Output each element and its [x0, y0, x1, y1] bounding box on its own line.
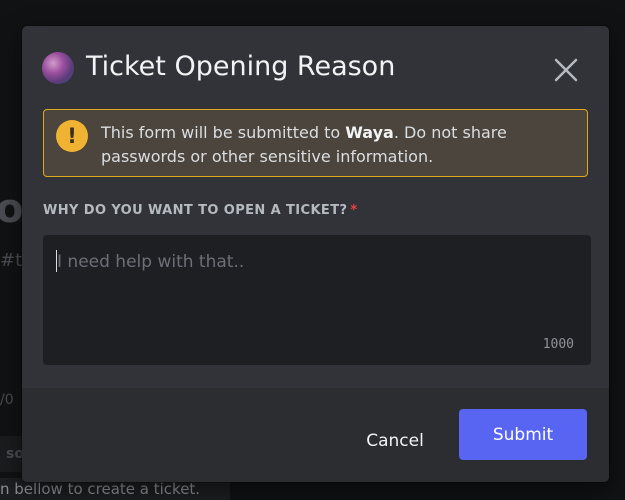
close-icon	[554, 58, 578, 82]
cancel-button[interactable]: Cancel	[352, 422, 438, 460]
warning-text: This form will be submitted to Waya. Do …	[101, 121, 571, 169]
reason-textarea[interactable]: I need help with that.. 1000	[43, 235, 591, 365]
warning-text-prefix: This form will be submitted to	[101, 123, 346, 142]
modal-header: Ticket Opening Reason	[22, 26, 609, 106]
required-marker: *	[350, 203, 358, 218]
close-button[interactable]	[550, 54, 582, 86]
submit-button[interactable]: Submit	[459, 409, 587, 460]
field-label-text: WHY DO YOU WANT TO OPEN A TICKET?	[43, 203, 348, 218]
warning-notice: ! This form will be submitted to Waya. D…	[43, 109, 588, 177]
modal-footer: Cancel Submit	[22, 388, 609, 482]
background-message-text: n bellow to create a ticket.	[0, 480, 201, 498]
server-avatar-icon	[42, 52, 74, 84]
warning-app-name: Waya	[345, 123, 394, 142]
ticket-modal: Ticket Opening Reason ! This form will b…	[22, 26, 609, 482]
modal-title: Ticket Opening Reason	[86, 51, 396, 82]
background-channel-mention: #t	[0, 250, 23, 271]
exclamation-icon: !	[56, 120, 88, 152]
character-counter: 1000	[542, 337, 574, 352]
background-heading: o	[0, 186, 24, 232]
field-label: WHY DO YOU WANT TO OPEN A TICKET? *	[43, 203, 358, 218]
background-timestamp: /0	[0, 392, 14, 408]
reason-placeholder: I need help with that..	[57, 252, 245, 272]
